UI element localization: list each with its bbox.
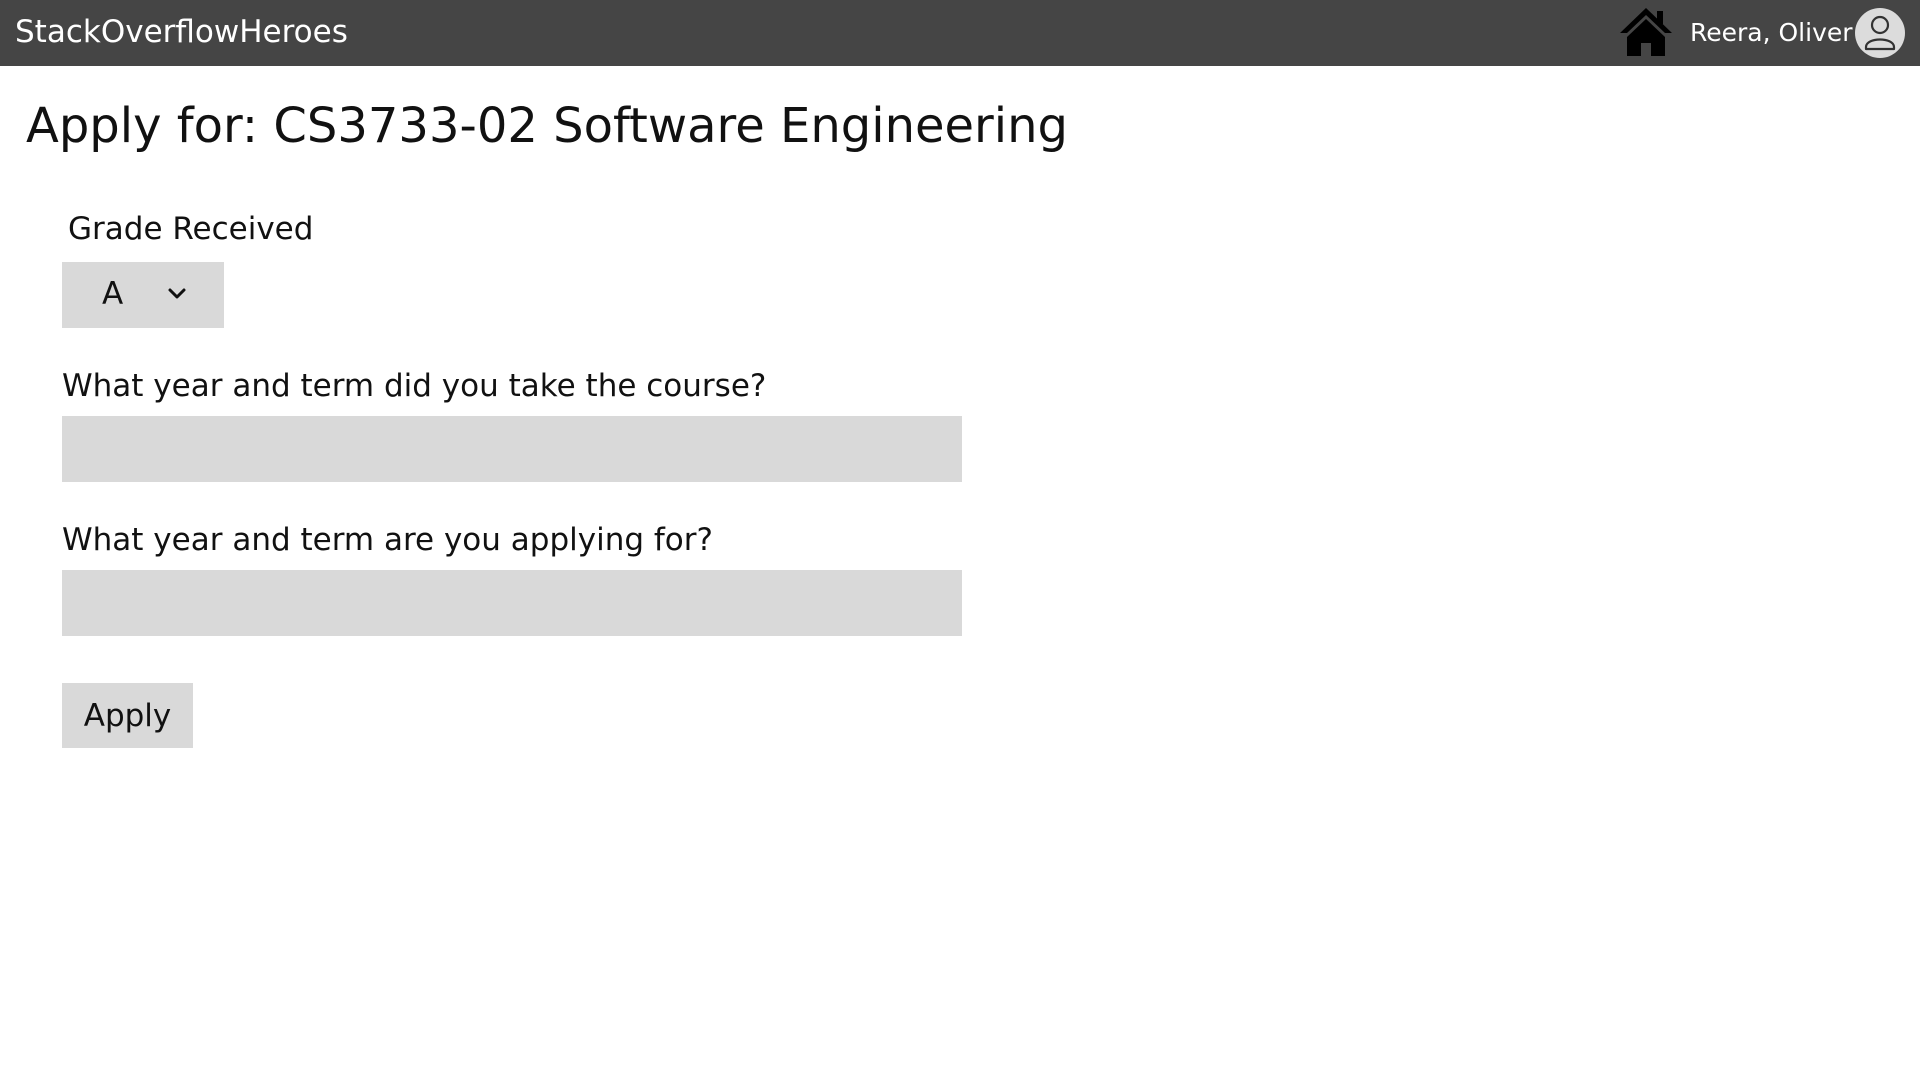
grade-selected-value: A: [102, 276, 124, 312]
applying-term-label: What year and term are you applying for?: [62, 522, 713, 558]
course-term-label: What year and term did you take the cour…: [62, 368, 767, 404]
grade-select[interactable]: A: [62, 262, 224, 328]
app-brand-title[interactable]: StackOverflowHeroes: [15, 14, 348, 50]
grade-received-label: Grade Received: [68, 211, 314, 247]
user-avatar-button[interactable]: [1855, 8, 1905, 58]
home-button[interactable]: [1618, 6, 1674, 58]
apply-button[interactable]: Apply: [62, 683, 193, 748]
page-title: Apply for: CS3733-02 Software Engineerin…: [26, 98, 1069, 154]
applying-term-input[interactable]: [62, 570, 962, 636]
chevron-down-icon: [168, 288, 186, 299]
home-icon: [1620, 8, 1672, 56]
user-name: Reera, Oliver: [1690, 18, 1853, 47]
top-nav-bar: StackOverflowHeroes Reera, Oliver: [0, 0, 1920, 66]
course-term-input[interactable]: [62, 416, 962, 482]
user-avatar-icon: [1864, 15, 1896, 51]
